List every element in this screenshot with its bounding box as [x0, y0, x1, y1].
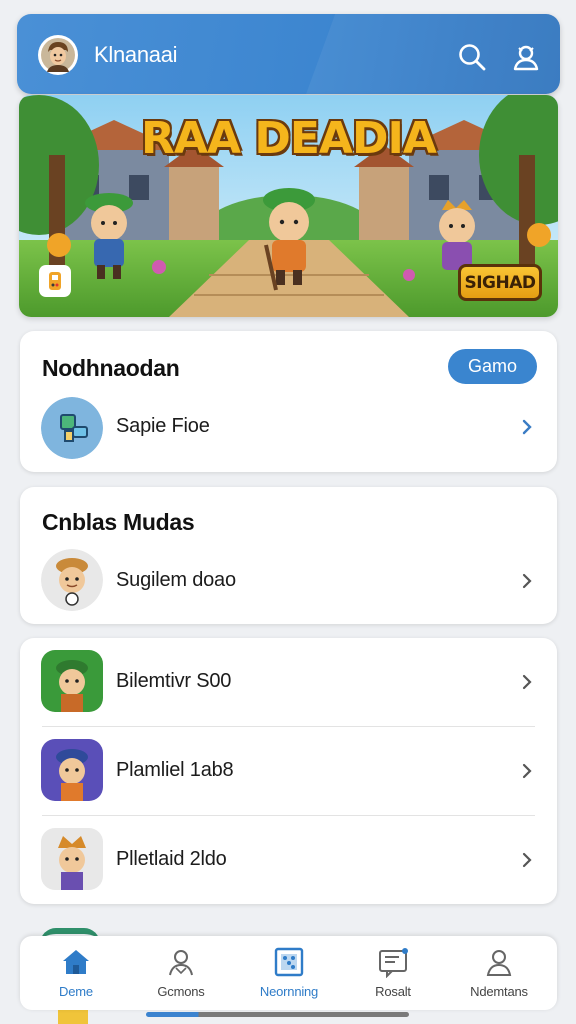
person-icon [169, 950, 193, 976]
list-item-label: Plamliel 1ab8 [116, 759, 234, 781]
message-board-icon [379, 948, 408, 978]
list-item-label: Plletlaid 2ldo [116, 848, 227, 870]
list-item[interactable]: Bilemtivr S00 [20, 642, 557, 722]
list-item[interactable]: Sugilem doao [20, 541, 557, 621]
list-item-label: Bilemtivr S00 [116, 670, 232, 692]
section-title: Nodhnaodan [42, 355, 180, 381]
nav-label: Deme [59, 984, 93, 999]
banner-play-button[interactable]: SIGHAD [458, 264, 542, 301]
search-icon[interactable] [457, 42, 487, 72]
nav-item-profile[interactable]: Ndemtans [449, 946, 549, 1004]
list-item[interactable]: Sapie Fioe [20, 387, 557, 467]
app-title: Klnanaai [94, 42, 178, 67]
character-avatar-icon[interactable] [38, 35, 78, 75]
section-title: Cnblas Mudas [42, 509, 195, 535]
puzzle-map-icon [41, 397, 103, 459]
nav-label: Ndemtans [470, 984, 528, 999]
list-item[interactable]: Plamliel 1ab8 [20, 731, 557, 811]
character-green-cap-icon [41, 650, 103, 712]
nav-item-games[interactable]: Gcmons [131, 946, 231, 1004]
nav-label: Rosalt [375, 984, 411, 999]
chevron-right-icon [520, 672, 534, 692]
nav-item-learning[interactable]: Neornning [239, 946, 339, 1004]
character-chef-icon [41, 549, 103, 611]
section-card-1: Nodhnaodan Gamo Sapie Fioe [20, 331, 557, 472]
chevron-right-icon [520, 571, 534, 591]
divider [42, 815, 535, 816]
nav-item-home[interactable]: Deme [26, 946, 126, 1004]
game-pill-button[interactable]: Gamo [448, 349, 537, 384]
home-indicator [146, 1012, 409, 1017]
nav-label: Neornning [259, 984, 319, 999]
chevron-right-icon [520, 417, 534, 437]
chevron-right-icon [520, 850, 534, 870]
section-card-2: Cnblas Mudas Sugilem doao [20, 487, 557, 624]
app-header: Klnanaai [17, 14, 560, 94]
profile-icon [486, 950, 512, 976]
character-blue-cap-icon [41, 739, 103, 801]
nav-label: Gcmons [157, 984, 205, 999]
home-icon [63, 950, 89, 974]
user-settings-icon[interactable] [511, 42, 541, 72]
banner-title: RAA DEADIA [141, 113, 437, 164]
gamepad-icon[interactable] [39, 265, 71, 297]
list-item[interactable]: Plletlaid 2ldo [20, 820, 557, 900]
nav-item-results[interactable]: Rosalt [343, 946, 443, 1004]
featured-game-banner[interactable]: RAA DEADIA SIGHAD [19, 95, 558, 317]
section-card-3: Bilemtivr S00 Plamliel 1ab8 Plletlaid 2l… [20, 638, 557, 904]
list-item-label: Sugilem doao [116, 569, 236, 591]
bottom-nav: Deme Gcmons Neornning Rosalt Ndemtans [20, 936, 557, 1010]
dice-board-icon [274, 947, 304, 977]
list-item-label: Sapie Fioe [116, 415, 210, 437]
character-crown-icon [41, 828, 103, 890]
divider [42, 726, 535, 727]
chevron-right-icon [520, 761, 534, 781]
